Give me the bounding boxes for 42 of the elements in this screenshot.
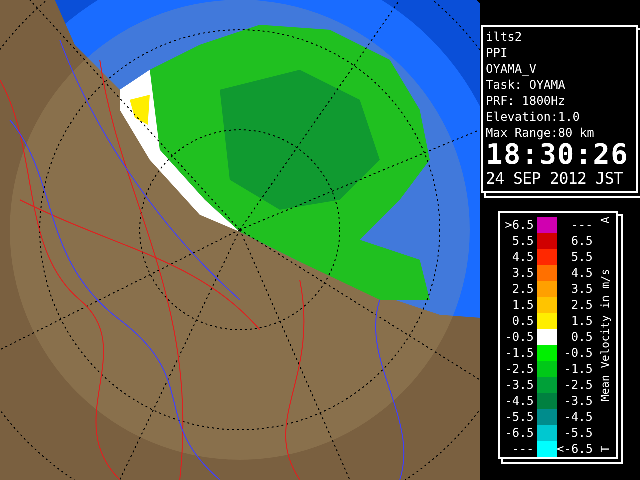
legend-label: --- [570, 217, 594, 233]
legend-label: -4.5 [563, 409, 594, 425]
legend-label: 5.5 [570, 249, 594, 265]
date-text: 24 SEP 2012 JST [486, 169, 624, 189]
legend-label: -5.5 [563, 425, 594, 441]
legend-label: --- [511, 441, 534, 457]
legend-label: 4.5 [570, 265, 594, 281]
legend-label: <-6.5 [557, 441, 594, 457]
legend-label: 1.5 [511, 297, 534, 313]
legend-label: -2.5 [563, 377, 594, 393]
legend-label: -1.5 [563, 361, 594, 377]
legend-label: -2.5 [504, 361, 534, 377]
legend-label: >6.5 [504, 217, 534, 233]
legend-label: -0.5 [504, 329, 534, 345]
legend-label: 0.5 [570, 329, 594, 345]
info-text: PPI [486, 45, 509, 61]
legend-label: 0.5 [511, 313, 534, 329]
legend-mark: T [598, 446, 613, 453]
legend-title: Mean Velocity in m/s [598, 268, 613, 402]
legend-label: -6.5 [504, 425, 534, 441]
legend-mark: A [598, 217, 613, 224]
legend-label: 1.5 [570, 313, 594, 329]
info-text: ilts2 [486, 29, 524, 45]
legend-label: -1.5 [504, 345, 534, 361]
legend-label: -4.5 [504, 393, 534, 409]
legend-label: -0.5 [563, 345, 594, 361]
legend-label: 2.5 [570, 297, 594, 313]
info-text: OYAMA_V [486, 61, 538, 77]
legend-label: -3.5 [504, 377, 534, 393]
info-text: Elevation:1.0 [486, 109, 581, 125]
time-text: 18:30:26 [486, 141, 630, 169]
info-text: Task: OYAMA [486, 77, 566, 93]
legend-label: -3.5 [563, 393, 594, 409]
legend-label: 4.5 [511, 249, 534, 265]
legend-label: -5.5 [504, 409, 534, 425]
legend-label: 5.5 [511, 233, 534, 249]
legend-label: 2.5 [511, 281, 534, 297]
info-text: Max Range:80 km [486, 125, 596, 141]
legend-label: 3.5 [511, 265, 534, 281]
legend-label: 6.5 [570, 233, 594, 249]
info-text: PRF: 1800Hz [486, 93, 566, 109]
legend-label: 3.5 [570, 281, 594, 297]
